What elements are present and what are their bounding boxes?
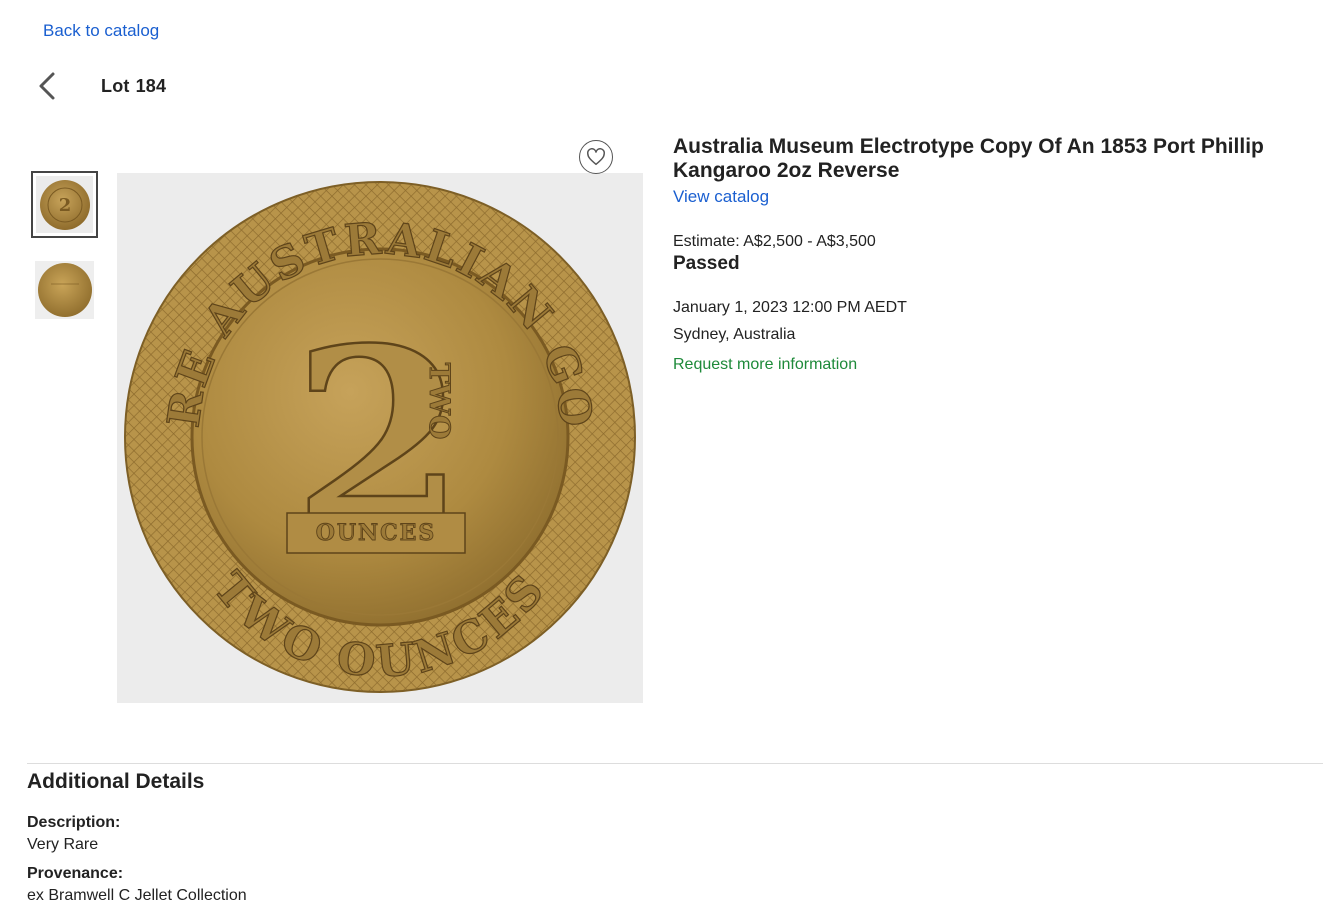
auction-date: January 1, 2023 12:00 PM AEDT	[673, 299, 907, 316]
coin-thumbnail-image: 2	[39, 179, 90, 230]
lot-nav: Lot 184	[34, 66, 166, 106]
lot-estimate: Estimate: A$2,500 - A$3,500	[673, 233, 876, 250]
heart-icon	[587, 148, 605, 166]
lot-number: Lot 184	[101, 76, 166, 97]
lot-title: Australia Museum Electrotype Copy Of An …	[673, 135, 1264, 182]
thumbnail-reverse[interactable]: 2	[31, 171, 98, 238]
section-divider	[27, 763, 1323, 764]
favorite-button[interactable]	[579, 140, 613, 174]
request-info-link[interactable]: Request more information	[673, 356, 857, 374]
back-to-catalog-link[interactable]: Back to catalog	[43, 21, 159, 41]
additional-details: Additional Details Description: Very Rar…	[27, 770, 247, 905]
coin-thumbnail-image	[37, 263, 92, 317]
view-catalog-link[interactable]: View catalog	[673, 187, 769, 207]
coin-image: PURE AUSTRALIAN GOLD TWO OUNCES 2 TWO OU…	[117, 173, 636, 693]
description-value: Very Rare	[27, 836, 99, 853]
description-label: Description:	[27, 814, 121, 831]
chevron-left-icon[interactable]	[34, 71, 60, 101]
auction-location: Sydney, Australia	[673, 326, 796, 343]
lot-info: Australia Museum Electrotype Copy Of An …	[673, 135, 1273, 374]
svg-text:2: 2	[58, 195, 71, 216]
thumbnail-obverse[interactable]	[35, 261, 94, 319]
coin-ounces-banner: OUNCES	[316, 520, 437, 546]
main-lot-image[interactable]: PURE AUSTRALIAN GOLD TWO OUNCES 2 TWO OU…	[117, 173, 643, 703]
coin-two-word: TWO	[423, 363, 456, 440]
lot-status: Passed	[673, 253, 740, 274]
provenance-label: Provenance:	[27, 865, 124, 882]
details-heading: Additional Details	[27, 770, 205, 793]
lot-prefix: Lot	[101, 75, 130, 96]
lot-number-value: 184	[135, 75, 167, 96]
provenance-value: ex Bramwell C Jellet Collection	[27, 887, 247, 904]
